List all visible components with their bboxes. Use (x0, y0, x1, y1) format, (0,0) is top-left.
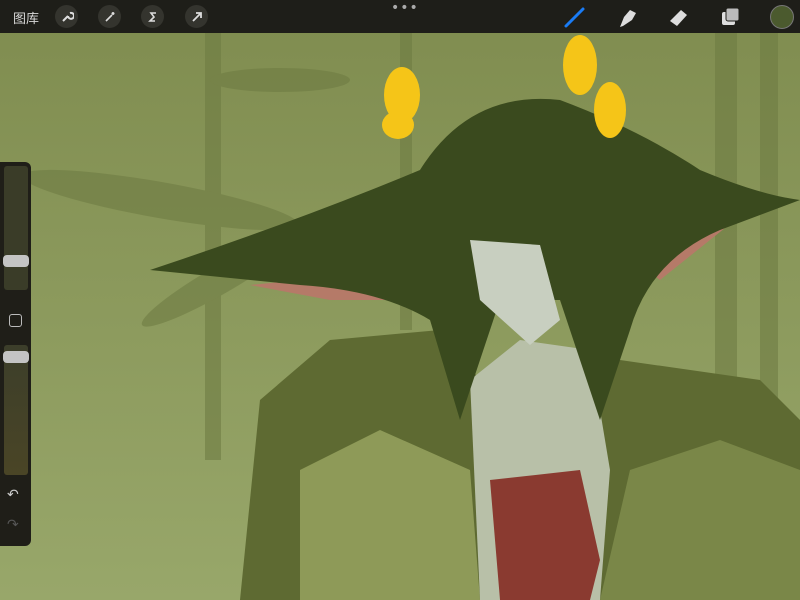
color-picker-button[interactable] (770, 5, 794, 29)
artwork-canvas[interactable] (0, 0, 800, 600)
magic-wand-icon[interactable] (98, 5, 121, 28)
eraser-icon[interactable] (666, 4, 692, 30)
opacity-slider[interactable] (4, 345, 28, 475)
selection-icon[interactable] (141, 5, 164, 28)
undo-icon[interactable]: ↶ (7, 487, 19, 503)
redo-icon[interactable]: ↷ (7, 517, 19, 533)
more-handle[interactable]: ••• (391, 0, 419, 16)
sidebar: ↶ ↷ (0, 162, 31, 546)
smudge-icon[interactable] (614, 4, 640, 30)
brush-size-thumb[interactable] (3, 255, 29, 267)
gallery-button[interactable]: 图库 (13, 8, 39, 27)
opacity-thumb[interactable] (3, 351, 29, 363)
wrench-icon[interactable] (55, 5, 78, 28)
top-toolbar: 图库 ••• (0, 0, 800, 33)
brush-icon[interactable] (562, 4, 588, 30)
transform-arrow-icon[interactable] (185, 5, 208, 28)
layers-icon[interactable] (718, 4, 744, 30)
brush-size-slider[interactable] (4, 166, 28, 290)
modify-button[interactable] (9, 314, 22, 327)
